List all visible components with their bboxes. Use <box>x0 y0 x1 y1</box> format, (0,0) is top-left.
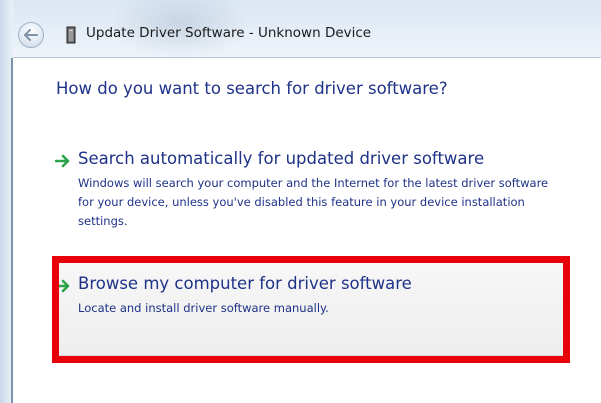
search-automatically-description: Windows will search your computer and th… <box>78 176 549 228</box>
wizard-content: How do you want to search for driver sof… <box>15 59 601 403</box>
window-title: Update Driver Software - Unknown Device <box>86 25 372 41</box>
back-arrow-icon <box>24 29 38 41</box>
window-frame-left <box>0 0 13 403</box>
page-heading: How do you want to search for driver sof… <box>56 79 448 98</box>
red-highlight-box <box>52 256 570 363</box>
back-button[interactable] <box>18 22 44 48</box>
device-icon <box>65 26 77 44</box>
title-bar-divider <box>13 57 601 58</box>
title-bar: Update Driver Software - Unknown Device <box>0 0 601 58</box>
update-driver-window: Update Driver Software - Unknown Device … <box>0 0 601 403</box>
green-arrow-icon <box>55 154 70 168</box>
search-automatically-option[interactable]: Search automatically for updated driver … <box>55 149 575 229</box>
window-frame-edge <box>11 58 13 403</box>
search-automatically-title: Search automatically for updated driver … <box>78 149 485 168</box>
